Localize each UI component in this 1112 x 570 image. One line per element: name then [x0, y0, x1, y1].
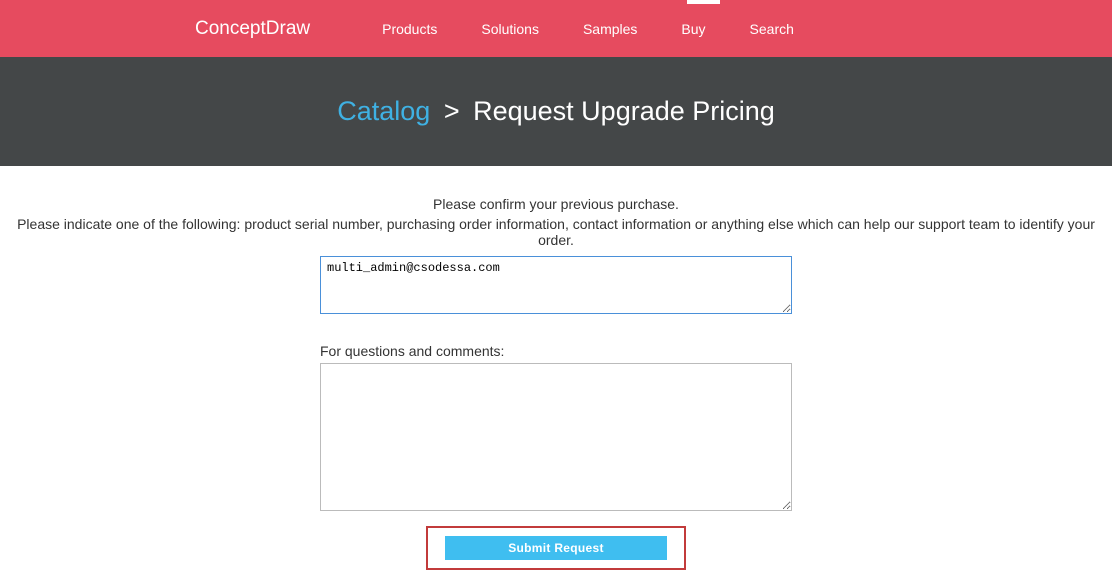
nav-buy[interactable]: Buy	[659, 0, 727, 57]
breadcrumb-separator: >	[444, 96, 460, 126]
instruction-line-2: Please indicate one of the following: pr…	[0, 216, 1112, 248]
purchase-info-textarea[interactable]	[320, 256, 792, 314]
brand-logo[interactable]: ConceptDraw	[195, 18, 310, 40]
page-subheader: Catalog > Request Upgrade Pricing	[0, 57, 1112, 166]
main-content: Please confirm your previous purchase. P…	[0, 166, 1112, 570]
nav-search[interactable]: Search	[728, 0, 816, 57]
top-navbar: ConceptDraw Products Solutions Samples B…	[0, 0, 1112, 57]
comments-label: For questions and comments:	[320, 343, 792, 359]
breadcrumb-current: Request Upgrade Pricing	[473, 96, 775, 126]
instruction-line-1: Please confirm your previous purchase.	[0, 196, 1112, 212]
comments-textarea[interactable]	[320, 363, 792, 511]
form-field-wrap: For questions and comments:	[320, 256, 792, 516]
nav-products[interactable]: Products	[360, 0, 459, 57]
submit-highlight-box: Submit Request	[426, 526, 686, 570]
breadcrumb-catalog-link[interactable]: Catalog	[337, 96, 430, 126]
nav-samples[interactable]: Samples	[561, 0, 659, 57]
submit-request-button[interactable]: Submit Request	[445, 536, 667, 560]
breadcrumb: Catalog > Request Upgrade Pricing	[337, 96, 775, 127]
nav-solutions[interactable]: Solutions	[459, 0, 561, 57]
